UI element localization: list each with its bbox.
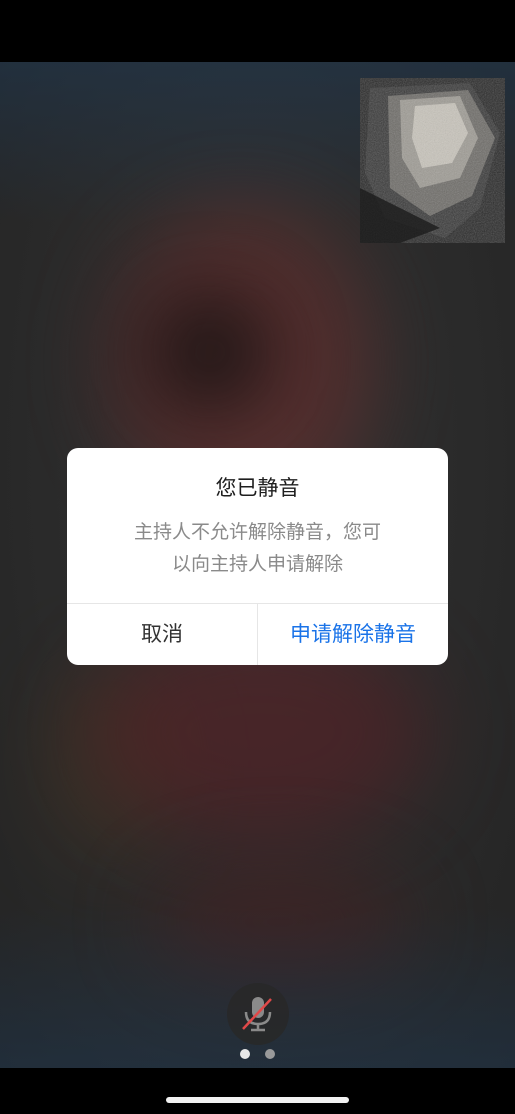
cancel-button[interactable]: 取消: [67, 604, 257, 665]
request-unmute-button[interactable]: 申请解除静音: [258, 604, 448, 665]
dialog-message-line: 以向主持人申请解除: [171, 553, 343, 575]
dialog-message-line: 主持人不允许解除静音，您可: [133, 521, 381, 543]
muted-alert-dialog: 您已静音 主持人不允许解除静音，您可 以向主持人申请解除 取消 申请解除静音: [67, 448, 448, 665]
dialog-message: 主持人不允许解除静音，您可 以向主持人申请解除: [107, 516, 408, 580]
dialog-overlay: 您已静音 主持人不允许解除静音，您可 以向主持人申请解除 取消 申请解除静音: [0, 0, 515, 1114]
dialog-title: 您已静音: [215, 476, 300, 500]
meeting-screen: 您已静音 主持人不允许解除静音，您可 以向主持人申请解除 取消 申请解除静音: [0, 0, 515, 1114]
